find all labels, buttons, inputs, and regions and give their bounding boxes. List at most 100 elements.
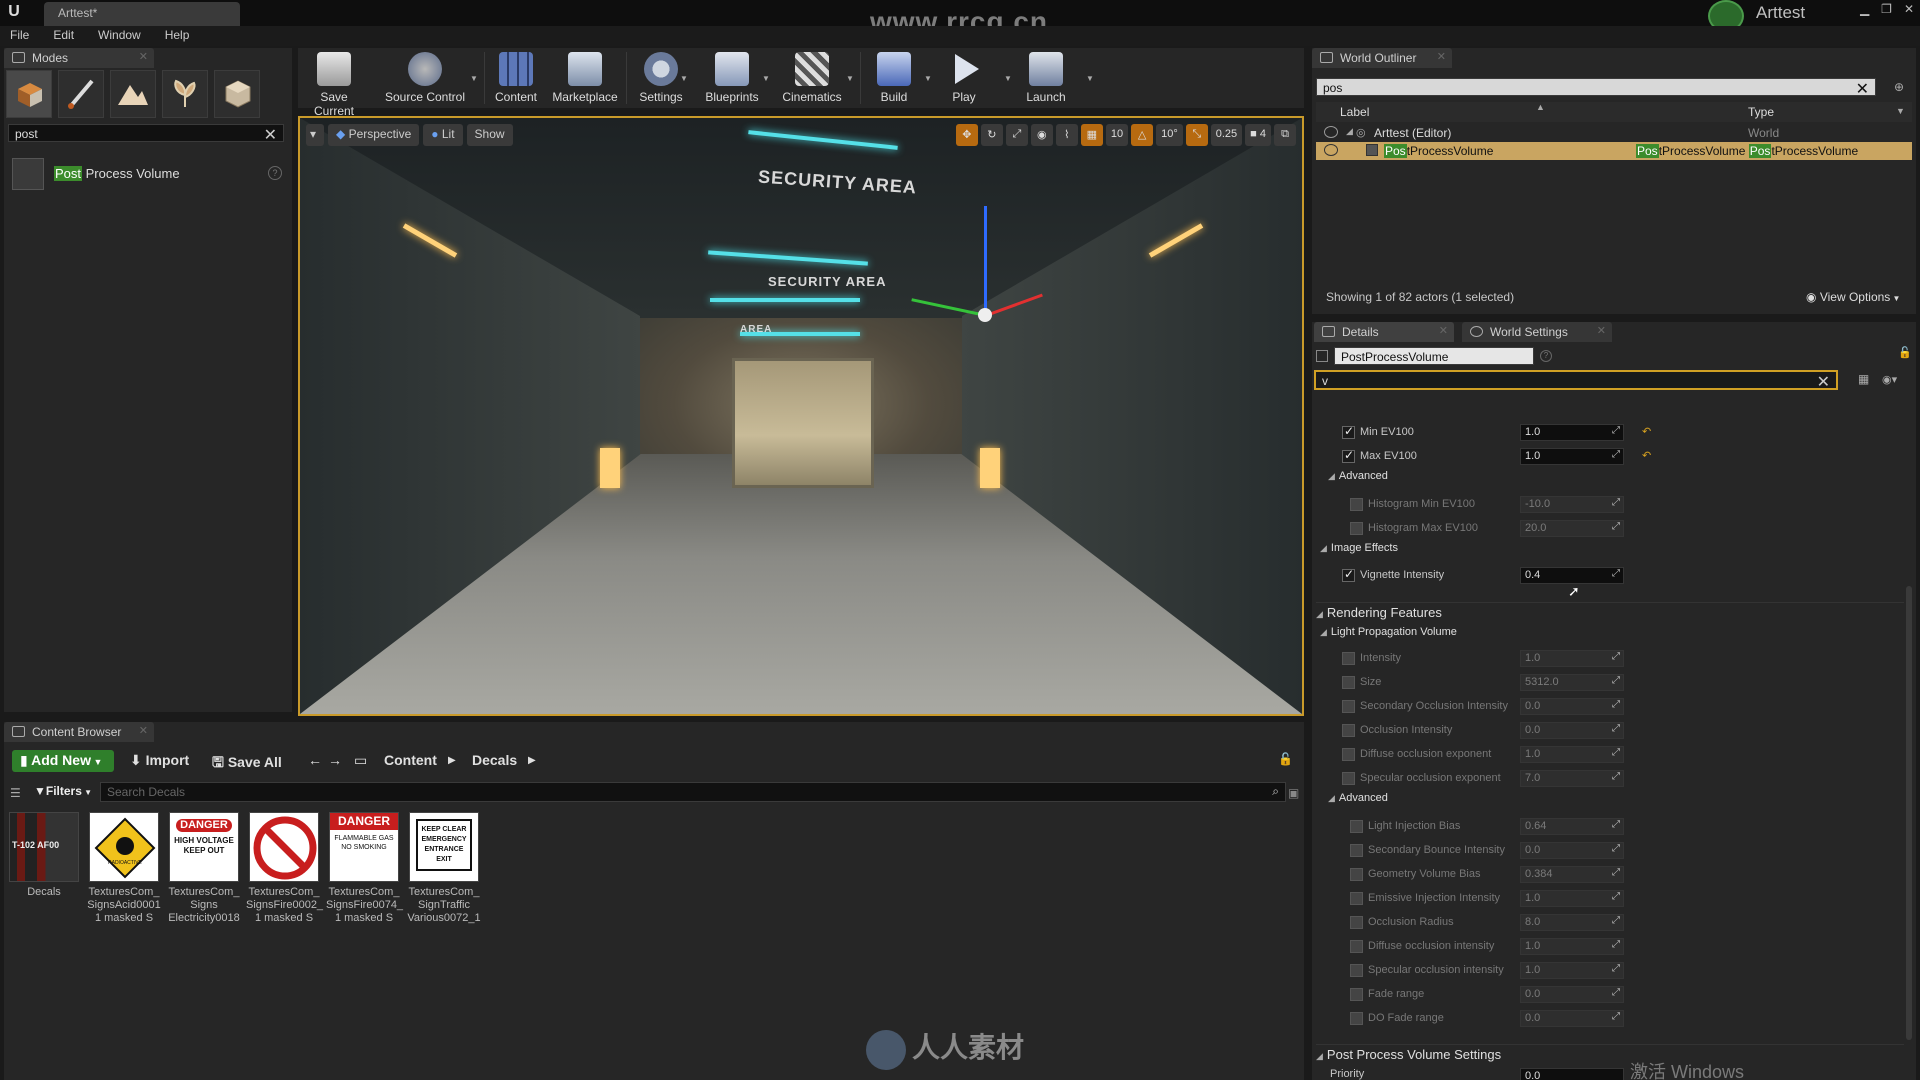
settings-dropdown-icon[interactable]: ▼	[680, 74, 688, 83]
property-value-input[interactable]: 1.0 ⤢	[1520, 746, 1624, 763]
spinner-icon[interactable]: ⤢	[1612, 651, 1620, 662]
override-checkbox[interactable]	[1342, 424, 1355, 439]
override-checkbox[interactable]	[1350, 1012, 1363, 1025]
import-button[interactable]: ⬇ Import	[126, 750, 193, 772]
sources-panel-icon[interactable]: ☰	[10, 786, 21, 800]
spinner-icon[interactable]: ⤢	[1612, 963, 1620, 974]
property-row[interactable]: Emissive Injection Intensity 1.0 ⤢	[1316, 888, 1904, 910]
cinematics-dropdown-icon[interactable]: ▼	[846, 74, 854, 83]
close-tab-icon[interactable]: ✕	[1597, 324, 1606, 337]
override-checkbox[interactable]	[1342, 700, 1355, 713]
actor-name-input[interactable]: PostProcessVolume	[1334, 347, 1534, 365]
property-row[interactable]: Occlusion Intensity 0.0 ⤢	[1316, 720, 1904, 742]
override-checkbox[interactable]	[1342, 567, 1355, 582]
property-value-input[interactable]: 0.0 ⤢	[1520, 698, 1624, 715]
tab-world-settings[interactable]: World Settings ✕	[1462, 322, 1612, 342]
spinner-icon[interactable]: ⤢	[1612, 771, 1620, 782]
property-matrix-icon[interactable]: ▦	[1858, 372, 1869, 386]
lit-button[interactable]: ● Lit	[423, 124, 463, 146]
restore-icon[interactable]: ❐	[1881, 2, 1892, 16]
lock-icon[interactable]: 🔓	[1278, 752, 1293, 766]
property-value-input[interactable]: 0.384 ⤢	[1520, 866, 1624, 883]
asset-tile-signs-fire-0002[interactable]: TexturesCom_ SignsFire0002_ 1 masked S	[246, 812, 323, 925]
camera-speed-button[interactable]: ■ 4	[1245, 124, 1271, 146]
property-row-vignette-intensity[interactable]: Vignette Intensity 0.4 ⤢ ➚	[1316, 565, 1904, 599]
blueprints-button[interactable]: Blueprints	[698, 50, 766, 106]
add-new-button[interactable]: ▮ Add New ▼	[12, 750, 114, 772]
minimize-icon[interactable]: ▁	[1860, 2, 1869, 16]
history-forward-icon[interactable]: →	[324, 750, 346, 772]
spinner-icon[interactable]: ⤢	[1612, 449, 1620, 460]
property-value-input[interactable]: 0.0 ⤢	[1520, 986, 1624, 1003]
asset-tile-signs-fire-0074[interactable]: DANGER FLAMMABLE GAS NO SMOKING Textures…	[326, 812, 403, 925]
property-row[interactable]: Fade range 0.0 ⤢	[1316, 984, 1904, 1006]
reset-to-default-icon[interactable]: ↶	[1642, 449, 1651, 462]
close-icon[interactable]: ✕	[1904, 2, 1914, 16]
property-value-input[interactable]: 0.0 ⤢	[1520, 1010, 1624, 1027]
asset-tile-sign-traffic[interactable]: KEEP CLEAR EMERGENCY ENTRANCE EXIT Textu…	[406, 812, 482, 925]
clear-search-icon[interactable]: ✕	[1817, 372, 1830, 392]
property-row[interactable]: Occlusion Radius 8.0 ⤢	[1316, 912, 1904, 934]
spinner-icon[interactable]: ⤢	[1612, 699, 1620, 710]
tab-details[interactable]: Details ✕	[1314, 322, 1454, 342]
rotate-mode-icon[interactable]: ↻	[980, 124, 1003, 146]
content-button[interactable]: Content	[490, 50, 542, 106]
save-search-icon[interactable]: ▣	[1288, 786, 1299, 800]
property-value-input[interactable]: 1.0 ⤢	[1520, 962, 1624, 979]
outliner-search-input[interactable]: pos ✕	[1316, 78, 1876, 98]
spinner-icon[interactable]: ⤢	[1612, 843, 1620, 854]
spinner-icon[interactable]: ⤢	[1612, 723, 1620, 734]
property-row[interactable]: Specular occlusion intensity 1.0 ⤢	[1316, 960, 1904, 982]
viewport-options-button[interactable]: ▾	[306, 124, 324, 146]
property-row[interactable]: Intensity 1.0 ⤢	[1316, 648, 1904, 670]
override-checkbox[interactable]	[1342, 676, 1355, 689]
property-row[interactable]: Specular occlusion exponent 7.0 ⤢	[1316, 768, 1904, 790]
details-search-input[interactable]: v ✕	[1314, 370, 1838, 392]
paint-mode-button[interactable]	[58, 70, 104, 118]
property-value-input[interactable]: 1.0 ⤢	[1520, 890, 1624, 907]
foliage-mode-button[interactable]	[162, 70, 208, 118]
scale-mode-icon[interactable]: ⤢	[1005, 124, 1028, 146]
save-current-button[interactable]: Save Current	[300, 50, 368, 118]
spinner-icon[interactable]: ⤢	[1612, 987, 1620, 998]
build-button[interactable]: Build	[868, 50, 920, 106]
source-control-dropdown-icon[interactable]: ▼	[470, 74, 478, 83]
breadcrumb-separator-icon[interactable]: ▶	[448, 755, 456, 766]
column-label[interactable]: Label	[1340, 105, 1369, 119]
spinner-icon[interactable]: ⤢	[1612, 521, 1620, 532]
rotation-snap-value[interactable]: 10°	[1156, 124, 1183, 146]
filters-button[interactable]: ▼Filters ▼	[34, 784, 92, 798]
history-back-icon[interactable]: ←	[304, 750, 326, 772]
section-rendering-features[interactable]: ◢ Rendering Features	[1316, 602, 1904, 624]
property-row-histogram-min[interactable]: Histogram Min EV100 -10.0 ⤢	[1316, 494, 1904, 516]
maximize-viewport-icon[interactable]: ⧉	[1274, 124, 1296, 146]
rotation-snap-icon[interactable]: △	[1131, 124, 1154, 146]
source-control-button[interactable]: Source Control	[384, 50, 466, 106]
override-checkbox[interactable]	[1342, 652, 1355, 665]
surface-snap-icon[interactable]: ⌇	[1055, 124, 1078, 146]
visibility-eye-icon[interactable]	[1324, 144, 1338, 156]
visibility-filter-icon[interactable]: ◉▾	[1882, 373, 1897, 386]
landscape-mode-button[interactable]	[110, 70, 156, 118]
section-image-effects[interactable]: ◢ Image Effects	[1316, 542, 1904, 564]
spinner-icon[interactable]: ⤢	[1612, 915, 1620, 926]
show-button[interactable]: Show	[466, 124, 513, 146]
menu-edit[interactable]: Edit	[53, 26, 84, 46]
close-tab-icon[interactable]: ✕	[139, 50, 148, 63]
property-value-input[interactable]: 1.0 ⤢	[1520, 424, 1624, 441]
property-row[interactable]: Size 5312.0 ⤢	[1316, 672, 1904, 694]
world-local-icon[interactable]: ◉	[1030, 124, 1053, 146]
grid-snap-value[interactable]: 10	[1105, 124, 1129, 146]
grid-snap-icon[interactable]: ▦	[1080, 124, 1103, 146]
breadcrumb-content[interactable]: Content	[384, 752, 437, 768]
close-tab-icon[interactable]: ✕	[1439, 324, 1448, 337]
view-options-button[interactable]: ◉ View Options ▼	[1806, 290, 1900, 304]
override-checkbox[interactable]	[1350, 940, 1363, 953]
property-value-input[interactable]: -10.0 ⤢	[1520, 496, 1624, 513]
override-checkbox[interactable]	[1350, 988, 1363, 1001]
section-light-propagation-volume[interactable]: ◢ Light Propagation Volume	[1316, 626, 1904, 648]
override-checkbox[interactable]	[1350, 916, 1363, 929]
spinner-icon[interactable]: ⤢	[1612, 675, 1620, 686]
override-checkbox[interactable]	[1350, 868, 1363, 881]
tab-modes[interactable]: Modes ✕	[4, 48, 154, 68]
